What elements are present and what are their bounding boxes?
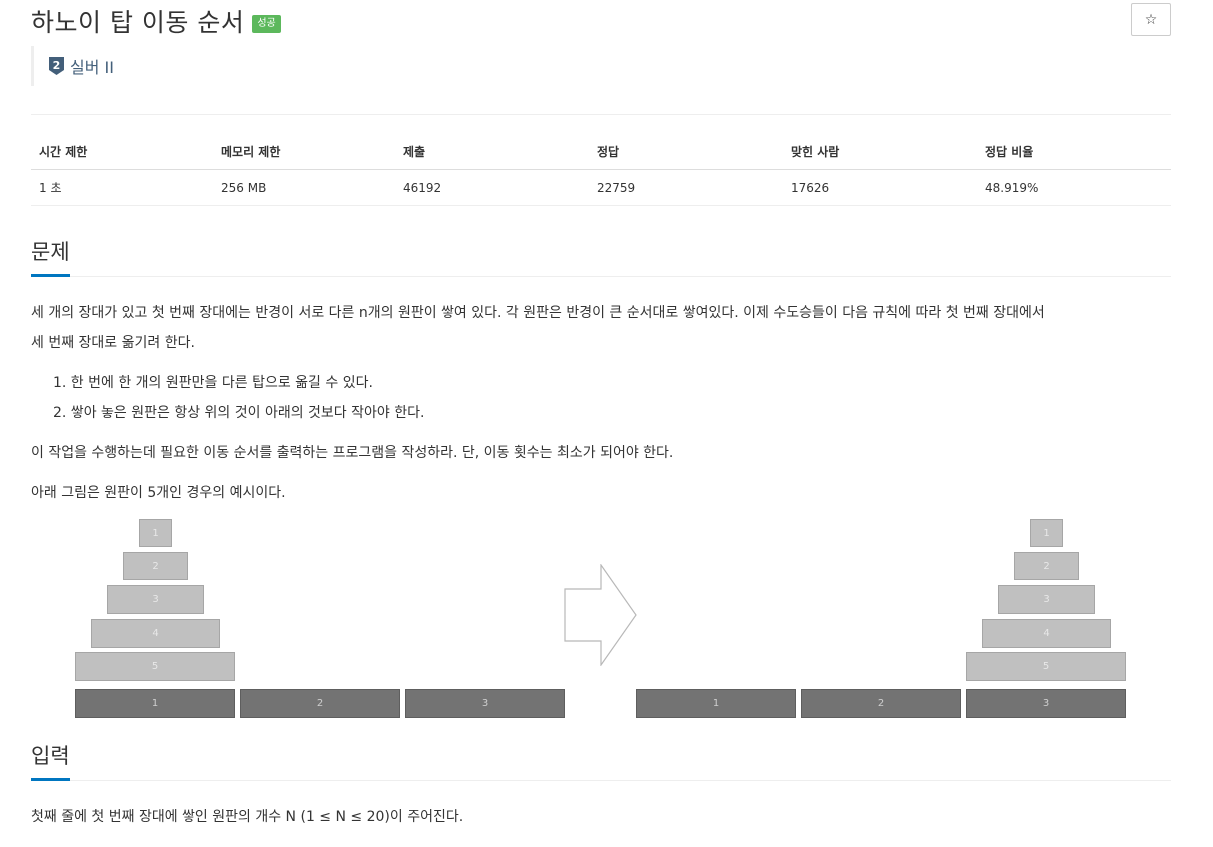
value-accept-ratio: 48.919% — [977, 169, 1171, 206]
description-heading: 문제 — [31, 236, 70, 277]
result-badge: 성공 — [252, 15, 281, 33]
disk-right-4: 4 — [982, 619, 1111, 648]
disk-right-3: 3 — [998, 585, 1095, 614]
header-solved-users: 맞힌 사람 — [783, 135, 977, 170]
tier-label: 실버 II — [70, 58, 114, 77]
input-section-header: 입력 — [31, 740, 1171, 781]
disk-right-2: 2 — [1014, 552, 1079, 580]
peg-base-right-1: 1 — [636, 689, 796, 718]
description-section-header: 문제 — [31, 236, 1171, 277]
rule-item: 2. 쌓아 놓은 원판은 항상 위의 것이 아래의 것보다 작아야 한다. — [53, 405, 425, 421]
problem-title: 하노이 탑 이동 순서 — [31, 8, 245, 37]
value-memory-limit: 256 MB — [213, 169, 395, 206]
tier-number: 2 — [53, 59, 61, 72]
description-paragraph-2: 이 작업을 수행하는데 필요한 이동 순서를 출력하는 프로그램을 작성하라. … — [31, 445, 674, 461]
description-paragraph-1: 세 개의 장대가 있고 첫 번째 장대에는 반경이 서로 다른 n개의 원판이 … — [31, 298, 1171, 358]
header-memory-limit: 메모리 제한 — [213, 135, 395, 170]
right-arrow-icon — [564, 564, 637, 666]
problem-info-table: 시간 제한 메모리 제한 제출 정답 맞힌 사람 정답 비율 1 초 256 M… — [31, 135, 1171, 206]
disk-right-1: 1 — [1030, 519, 1063, 547]
info-value-row: 1 초 256 MB 46192 22759 17626 48.919% — [31, 169, 1171, 206]
description-line-1: 세 개의 장대가 있고 첫 번째 장대에는 반경이 서로 다른 n개의 원판이 … — [31, 305, 1045, 321]
disk-right-5: 5 — [966, 652, 1126, 681]
value-solved-users: 17626 — [783, 169, 977, 206]
input-description: 첫째 줄에 첫 번째 장대에 쌓인 원판의 개수 N (1 ≤ N ≤ 20)이… — [31, 809, 464, 825]
peg-base-right-3: 3 — [966, 689, 1126, 718]
silver-tier-icon: 2 — [48, 56, 65, 76]
problem-tier[interactable]: 2 실버 II — [31, 46, 114, 86]
disk-left-3: 3 — [107, 585, 204, 614]
description-line-2: 세 번째 장대로 옮기려 한다. — [31, 335, 195, 351]
peg-base-right-2: 2 — [801, 689, 961, 718]
value-submissions[interactable]: 46192 — [395, 169, 589, 206]
star-icon: ☆ — [1144, 11, 1158, 28]
rules-list: 1. 한 번에 한 개의 원판만을 다른 탑으로 옮길 수 있다. 2. 쌓아 … — [53, 368, 1153, 428]
peg-base-left-3: 3 — [405, 689, 565, 718]
disk-left-1: 1 — [139, 519, 172, 547]
header-submissions: 제출 — [395, 135, 589, 170]
peg-base-left-1: 1 — [75, 689, 235, 718]
value-accepted: 22759 — [589, 169, 783, 206]
favorite-star-button[interactable]: ☆ — [1131, 3, 1171, 36]
info-header-row: 시간 제한 메모리 제한 제출 정답 맞힌 사람 정답 비율 — [31, 135, 1171, 170]
peg-base-left-2: 2 — [240, 689, 400, 718]
disk-left-2: 2 — [123, 552, 188, 580]
value-time-limit: 1 초 — [31, 169, 213, 206]
problem-title-row: 하노이 탑 이동 순서 성공 — [31, 3, 281, 39]
description-paragraph-3: 아래 그림은 원판이 5개인 경우의 예시이다. — [31, 485, 286, 501]
header-accept-ratio: 정답 비율 — [977, 135, 1171, 170]
hanoi-figure: 1 2 3 4 5 1 2 3 1 2 3 1 2 3 4 5 — [60, 515, 1160, 725]
header-time-limit: 시간 제한 — [31, 135, 213, 170]
disk-left-5: 5 — [75, 652, 235, 681]
disk-left-4: 4 — [91, 619, 220, 648]
rule-item: 1. 한 번에 한 개의 원판만을 다른 탑으로 옮길 수 있다. — [53, 375, 373, 391]
input-heading: 입력 — [31, 740, 70, 781]
header-accepted: 정답 — [589, 135, 783, 170]
divider — [31, 114, 1171, 115]
